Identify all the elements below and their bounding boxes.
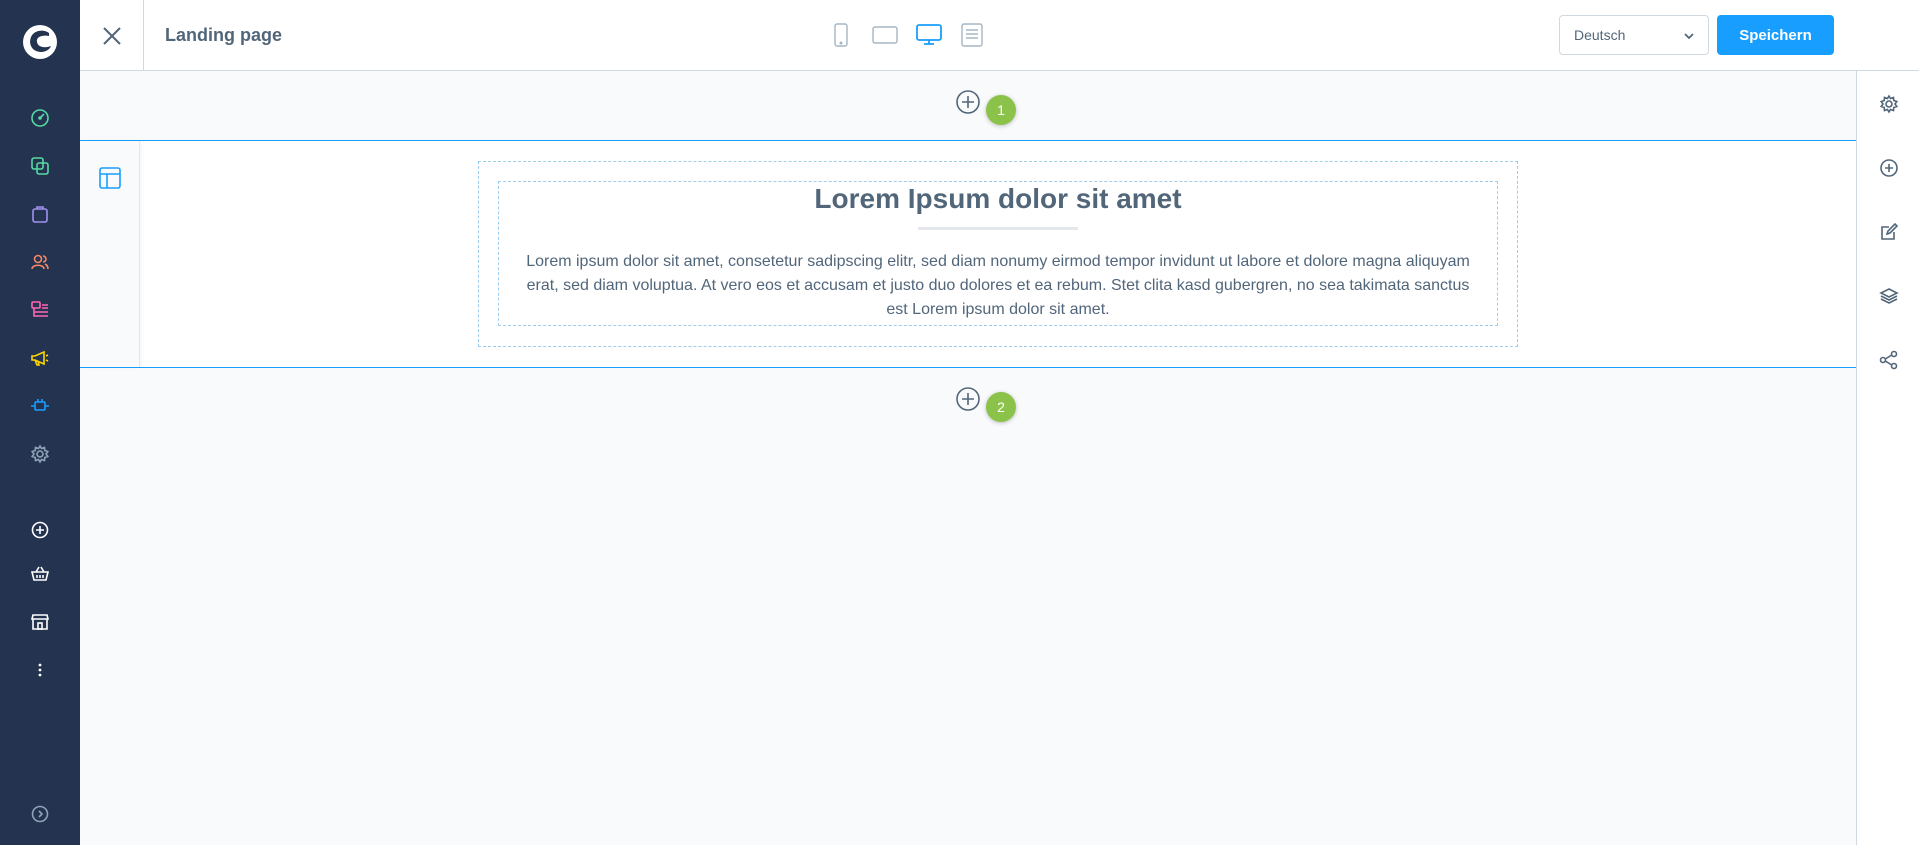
step-badge: 1 xyxy=(986,95,1016,125)
admin-sidebar xyxy=(0,0,80,845)
dashboard-icon[interactable] xyxy=(28,106,52,130)
add-circle-icon[interactable] xyxy=(1878,157,1900,179)
marketing-icon[interactable] xyxy=(28,346,52,370)
extensions-icon[interactable] xyxy=(28,394,52,418)
right-sidebar xyxy=(1856,71,1919,845)
top-bar: Landing page Deutsch Speichern xyxy=(80,0,1919,71)
more-icon[interactable] xyxy=(28,658,52,682)
catalogue-icon[interactable] xyxy=(28,154,52,178)
content-icon[interactable] xyxy=(28,298,52,322)
form-icon xyxy=(961,23,983,47)
language-select-value: Deutsch xyxy=(1574,27,1626,43)
step-badge: 2 xyxy=(986,392,1016,422)
language-select[interactable]: Deutsch xyxy=(1559,15,1709,55)
add-section-icon[interactable] xyxy=(955,89,981,115)
expand-icon[interactable] xyxy=(28,802,52,826)
mobile-icon xyxy=(834,23,848,47)
form-view-button[interactable] xyxy=(959,22,985,48)
chevron-down-icon xyxy=(1684,33,1694,40)
mobile-view-button[interactable] xyxy=(829,22,853,48)
add-icon[interactable] xyxy=(28,518,52,542)
close-button[interactable] xyxy=(80,0,144,71)
customers-icon[interactable] xyxy=(28,250,52,274)
content-text: Lorem ipsum dolor sit amet, consetetur s… xyxy=(526,253,1470,318)
settings-icon[interactable] xyxy=(28,442,52,466)
content-heading: Lorem Ipsum dolor sit amet xyxy=(814,183,1182,214)
edit-icon[interactable] xyxy=(1878,221,1900,243)
layers-icon[interactable] xyxy=(1878,285,1900,307)
add-section-zone-top: 1 xyxy=(80,71,1856,141)
cms-block[interactable]: Lorem Ipsum dolor sit amet Lorem ipsum d… xyxy=(478,161,1518,347)
share-icon[interactable] xyxy=(1878,349,1900,371)
tablet-icon xyxy=(872,26,898,44)
layout-icon[interactable] xyxy=(98,166,122,190)
desktop-icon xyxy=(916,24,942,45)
page-title: Landing page xyxy=(165,25,282,45)
desktop-view-button[interactable] xyxy=(914,22,944,48)
add-section-icon[interactable] xyxy=(955,386,981,412)
close-icon xyxy=(102,26,121,45)
orders-icon[interactable] xyxy=(28,202,52,226)
text-element[interactable]: Lorem Ipsum dolor sit amet Lorem ipsum d… xyxy=(498,181,1498,326)
cms-section[interactable]: Lorem Ipsum dolor sit amet Lorem ipsum d… xyxy=(80,140,1856,368)
gear-icon[interactable] xyxy=(1878,93,1900,115)
heading-divider xyxy=(918,227,1078,230)
basket-icon[interactable] xyxy=(28,562,52,586)
save-button[interactable]: Speichern xyxy=(1717,15,1834,55)
add-section-zone-bottom: 2 xyxy=(80,368,1856,438)
tablet-view-button[interactable] xyxy=(870,22,900,48)
storefront-icon[interactable] xyxy=(28,610,52,634)
shopware-logo-icon[interactable] xyxy=(22,24,58,60)
section-sidebar xyxy=(80,141,140,367)
